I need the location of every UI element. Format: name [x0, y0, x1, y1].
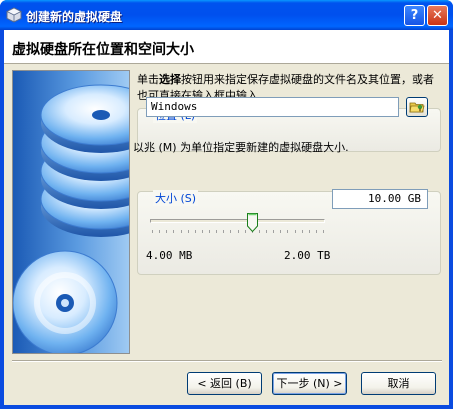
- description-bold: 选择: [159, 73, 181, 86]
- disc-illustration: [12, 70, 130, 354]
- back-button[interactable]: < 返回 (B): [187, 372, 262, 395]
- window-border-bottom: [0, 405, 453, 409]
- disc-stack-icon: [13, 84, 129, 353]
- next-button[interactable]: 下一步 (N) >: [272, 372, 347, 395]
- slider-tick: [230, 230, 232, 233]
- slider-tick: [315, 230, 317, 233]
- footer-separator: [12, 360, 442, 362]
- slider-tick: [258, 230, 260, 233]
- size-input[interactable]: 10.00 GB: [332, 189, 428, 209]
- slider-tick: [216, 230, 218, 233]
- description-prefix: 单击: [137, 73, 159, 86]
- slider-tick: [159, 230, 161, 233]
- page-header: 虚拟硬盘所在位置和空间大小: [4, 30, 449, 64]
- help-button[interactable]: ?: [404, 5, 425, 26]
- slider-tick: [301, 230, 303, 233]
- location-input[interactable]: Windows: [146, 97, 399, 117]
- slider-min-label: 4.00 MB: [146, 249, 193, 262]
- dialog-window: 创建新的虚拟硬盘 ? ✕ 虚拟硬盘所在位置和空间大小 单击选择按钮用来指定保存虚…: [0, 0, 453, 409]
- virtualbox-icon: [6, 7, 22, 23]
- slider-tick: [273, 230, 275, 233]
- select-file-button[interactable]: [406, 97, 428, 117]
- slider-tick: [166, 230, 168, 233]
- slider-tick: [209, 230, 210, 233]
- slider-tick: [308, 230, 310, 233]
- size-slider-track[interactable]: [150, 219, 325, 223]
- slider-tick: [323, 230, 324, 233]
- slider-tick: [194, 230, 196, 233]
- slider-tick: [287, 230, 289, 233]
- slider-tick: [237, 230, 239, 233]
- window-border-right: [449, 30, 453, 409]
- cancel-button[interactable]: 取消: [361, 372, 436, 395]
- close-button[interactable]: ✕: [427, 5, 448, 26]
- title-bar[interactable]: 创建新的虚拟硬盘 ? ✕: [0, 0, 453, 30]
- folder-icon: [409, 102, 425, 113]
- slider-tick: [187, 230, 189, 233]
- window-border-left: [0, 30, 4, 409]
- slider-tick: [223, 230, 225, 233]
- slider-tick: [280, 230, 282, 233]
- size-group-label: 大小 (S): [153, 190, 199, 206]
- slider-tick: [180, 230, 182, 233]
- slider-tick: [201, 230, 203, 233]
- page-title: 虚拟硬盘所在位置和空间大小: [12, 42, 194, 58]
- size-slider-thumb[interactable]: [246, 213, 258, 232]
- slider-max-label: 2.00 TB: [284, 249, 331, 262]
- slider-tick: [173, 230, 175, 233]
- slider-tick: [266, 230, 267, 233]
- window-title: 创建新的虚拟硬盘: [26, 10, 123, 24]
- slider-tick: [294, 230, 296, 233]
- slider-tick: [152, 230, 153, 233]
- slider-tick: [244, 230, 246, 233]
- size-info: 以兆 (M) 为单位指定要新建的虚拟硬盘大小.: [133, 141, 349, 154]
